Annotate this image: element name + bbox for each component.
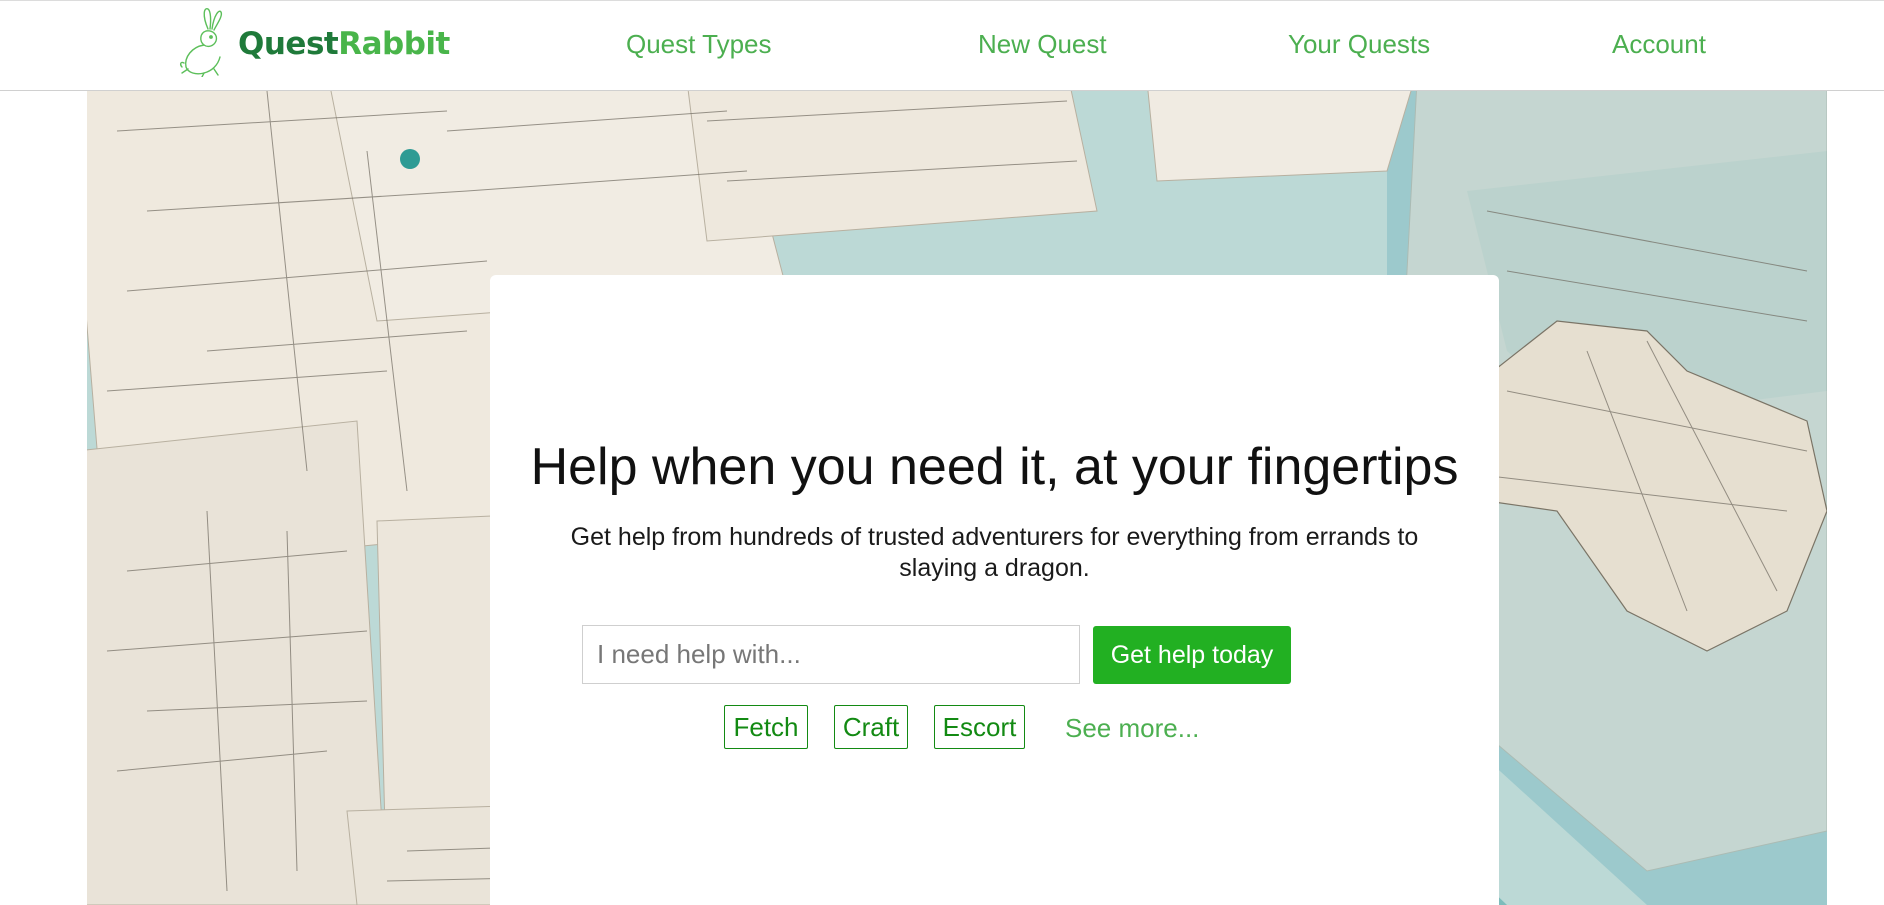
brand-logo-link[interactable]: QuestRabbit	[178, 7, 450, 79]
nav-account[interactable]: Account	[1612, 29, 1706, 60]
top-navbar: QuestRabbit Quest Types New Quest Your Q…	[0, 0, 1884, 91]
brand-name-rabbit: Rabbit	[338, 26, 450, 62]
help-search-input[interactable]	[582, 625, 1080, 684]
brand-name-quest: Quest	[238, 26, 339, 62]
nav-new-quest[interactable]: New Quest	[978, 29, 1107, 60]
hero-headline: Help when you need it, at your fingertip…	[530, 438, 1459, 496]
category-chip-fetch[interactable]: Fetch	[724, 705, 808, 749]
rabbit-logo-icon	[178, 5, 242, 82]
see-more-link[interactable]: See more...	[1065, 713, 1199, 744]
get-help-button[interactable]: Get help today	[1093, 626, 1291, 684]
brand-name: QuestRabbit	[238, 26, 450, 62]
category-chip-escort[interactable]: Escort	[934, 705, 1025, 749]
hero-subtext: Get help from hundreds of trusted advent…	[570, 523, 1419, 582]
hero-card: Help when you need it, at your fingertip…	[490, 275, 1499, 905]
category-chip-craft[interactable]: Craft	[834, 705, 908, 749]
hero-section: Help when you need it, at your fingertip…	[87, 91, 1827, 905]
nav-your-quests[interactable]: Your Quests	[1288, 29, 1430, 60]
nav-quest-types[interactable]: Quest Types	[626, 29, 772, 60]
